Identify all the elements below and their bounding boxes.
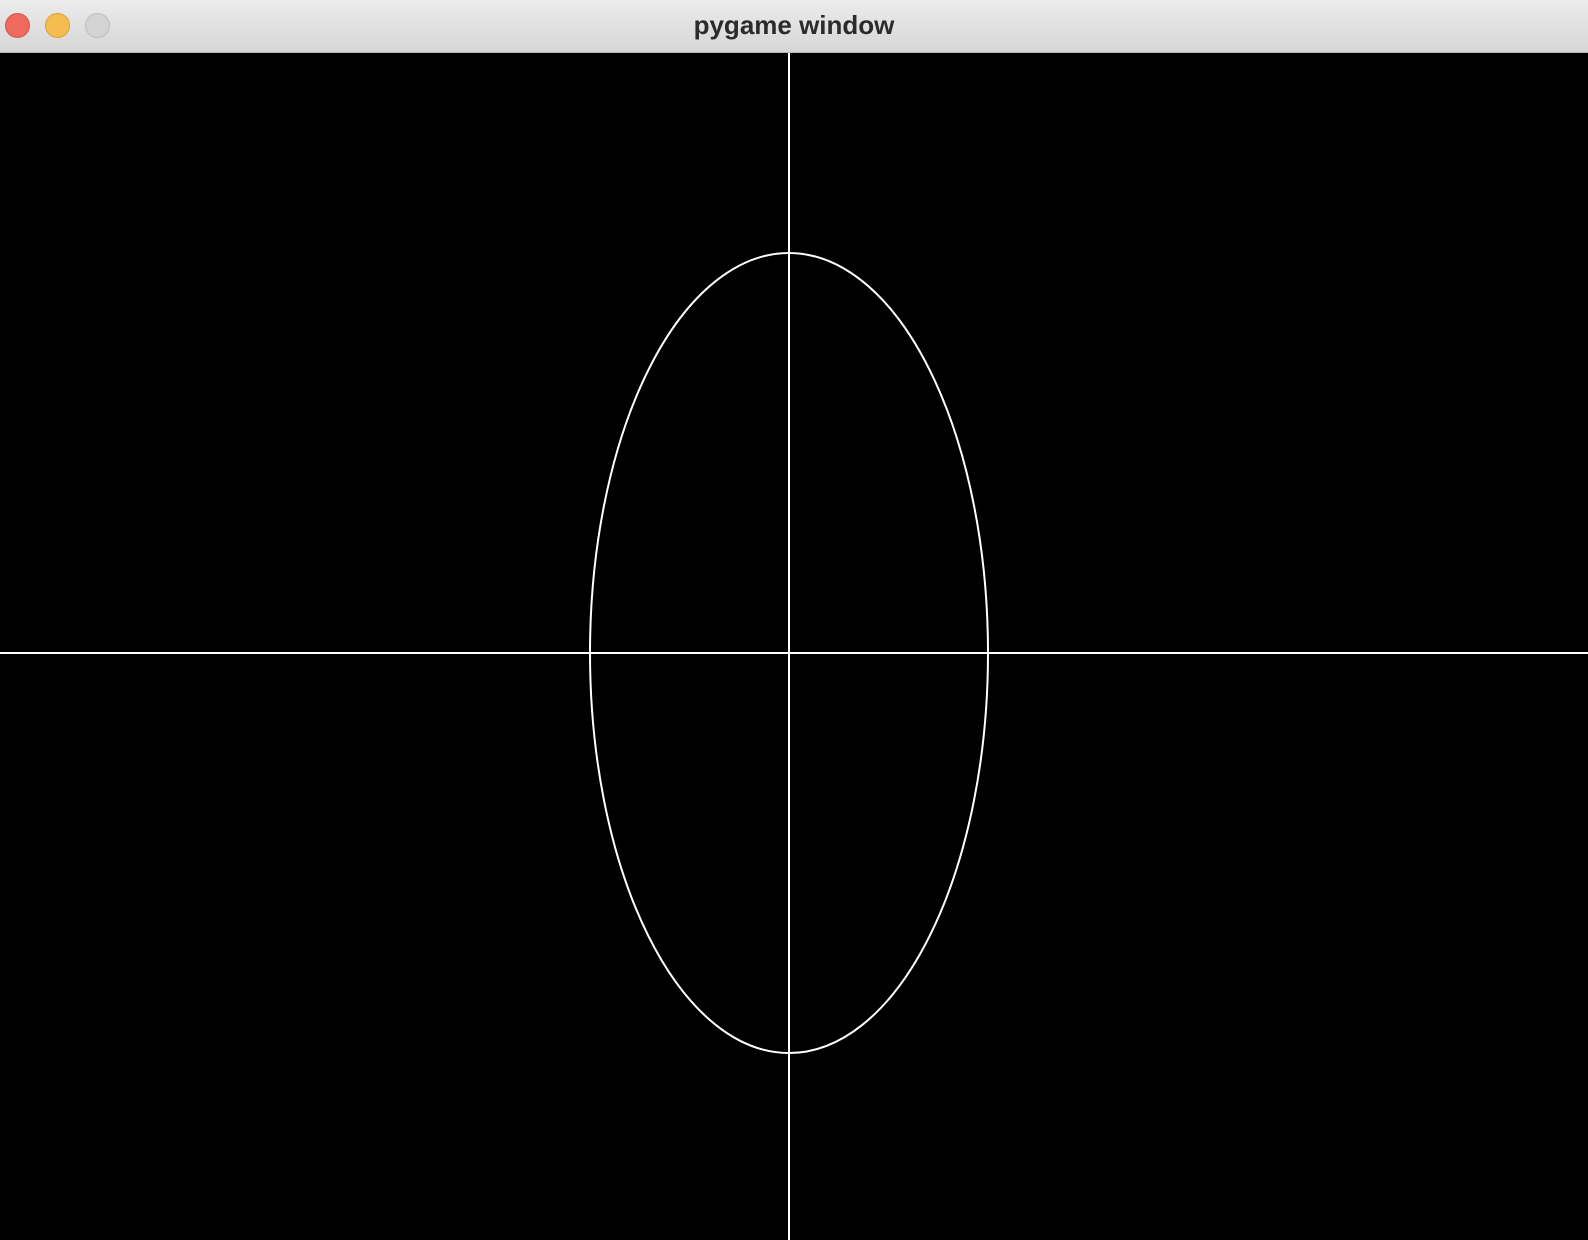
title-bar[interactable]: pygame window (0, 0, 1588, 53)
drawing-surface (0, 53, 1588, 1240)
app-window: pygame window (0, 0, 1588, 1240)
window-title: pygame window (693, 10, 895, 40)
game-canvas[interactable] (0, 53, 1588, 1240)
